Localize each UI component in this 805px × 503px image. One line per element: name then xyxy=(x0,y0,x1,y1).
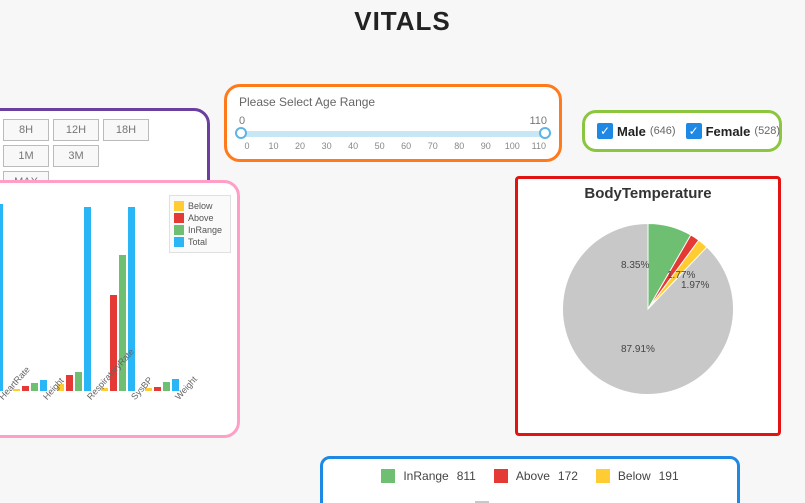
legend-total: Total xyxy=(188,237,207,247)
age-tick: 90 xyxy=(478,141,494,151)
age-tick: 40 xyxy=(345,141,361,151)
gender-female-checkbox[interactable]: ✓ Female(528) xyxy=(686,123,781,139)
swatch-total xyxy=(174,237,184,247)
age-range-slider[interactable] xyxy=(241,131,545,137)
age-tick: 100 xyxy=(504,141,520,151)
gender-male-count: (646) xyxy=(650,125,676,137)
age-tick: 20 xyxy=(292,141,308,151)
swatch-below xyxy=(596,469,610,483)
gender-male-label: Male xyxy=(617,124,646,139)
age-range-panel: Please Select Age Range 0 110 0 10 20 30 40 5… xyxy=(224,84,562,162)
gender-male-checkbox[interactable]: ✓ Male (646) xyxy=(597,123,676,139)
age-tick: 60 xyxy=(398,141,414,151)
bar-legend: Below Above InRange Total xyxy=(169,195,231,253)
time-button-3m[interactable]: 3M xyxy=(53,145,99,167)
totals-inrange: InRange 811 xyxy=(381,469,476,483)
swatch-above xyxy=(174,213,184,223)
bar-x-axis: BodyTemperatureDiaBPHeartRateHeightRespi… xyxy=(0,391,231,437)
age-tick: 0 xyxy=(239,141,255,151)
age-tick: 80 xyxy=(451,141,467,151)
swatch-inrange xyxy=(381,469,395,483)
totals-above: Above 172 xyxy=(494,469,578,483)
time-button-1m[interactable]: 1M xyxy=(3,145,49,167)
pie-label-nottaken: 87.91% xyxy=(621,344,655,355)
totals-legend: InRange 811 Above 172 Below 191 NotTaken… xyxy=(320,456,740,503)
age-tick: 10 xyxy=(266,141,282,151)
gender-female-label: Female xyxy=(706,124,751,139)
age-tick: 70 xyxy=(425,141,441,151)
legend-inrange: InRange xyxy=(188,225,222,235)
age-range-max-display: 110 xyxy=(529,115,547,127)
totals-above-value: 172 xyxy=(558,469,578,483)
time-button-18h[interactable]: 18H xyxy=(103,119,149,141)
swatch-inrange xyxy=(174,225,184,235)
legend-below: Below xyxy=(188,201,213,211)
totals-inrange-value: 811 xyxy=(457,469,476,483)
swatch-below xyxy=(174,201,184,211)
age-tick: 30 xyxy=(319,141,335,151)
body-temperature-pie-chart: BodyTemperature 8.35% 1.77% 1.97% 87.91% xyxy=(515,176,781,436)
check-icon: ✓ xyxy=(597,123,613,139)
age-slider-thumb-max[interactable] xyxy=(539,127,551,139)
page-title: VITALS xyxy=(0,6,805,37)
age-range-ticks: 0 10 20 30 40 50 60 70 80 90 100 110 xyxy=(239,141,547,151)
totals-above-label: Above xyxy=(516,469,550,483)
age-tick: 110 xyxy=(531,141,547,151)
pie-label-below: 1.97% xyxy=(681,280,709,291)
totals-below-value: 191 xyxy=(659,469,679,483)
age-range-min-display: 0 xyxy=(239,115,245,127)
bar-inrange[interactable] xyxy=(75,372,82,391)
time-button-8h[interactable]: 8H xyxy=(3,119,49,141)
legend-above: Above xyxy=(188,213,214,223)
pie-label-inrange: 8.35% xyxy=(621,260,649,271)
age-slider-thumb-min[interactable] xyxy=(235,127,247,139)
bar-total[interactable] xyxy=(0,204,3,391)
totals-below-label: Below xyxy=(618,469,651,483)
pie-slice-nottaken[interactable] xyxy=(563,224,734,395)
time-buttons-row1: 4H6H8H12H18H1D7D1M3M xyxy=(0,119,197,167)
totals-inrange-label: InRange xyxy=(403,469,448,483)
gender-panel: ✓ Male (646) ✓ Female(528) xyxy=(582,110,782,152)
totals-below: Below 191 xyxy=(596,469,679,483)
pie-title: BodyTemperature xyxy=(518,185,778,202)
time-button-12h[interactable]: 12H xyxy=(53,119,99,141)
bar-total[interactable] xyxy=(84,207,91,391)
gender-female-count: (528) xyxy=(754,125,780,137)
age-tick: 50 xyxy=(372,141,388,151)
check-icon: ✓ xyxy=(686,123,702,139)
age-range-label: Please Select Age Range xyxy=(239,95,547,109)
swatch-above xyxy=(494,469,508,483)
pie-plot-area: 8.35% 1.77% 1.97% 87.91% xyxy=(553,214,743,404)
vitals-bar-chart: BodyTemperatureDiaBPHeartRateHeightRespi… xyxy=(0,180,240,438)
